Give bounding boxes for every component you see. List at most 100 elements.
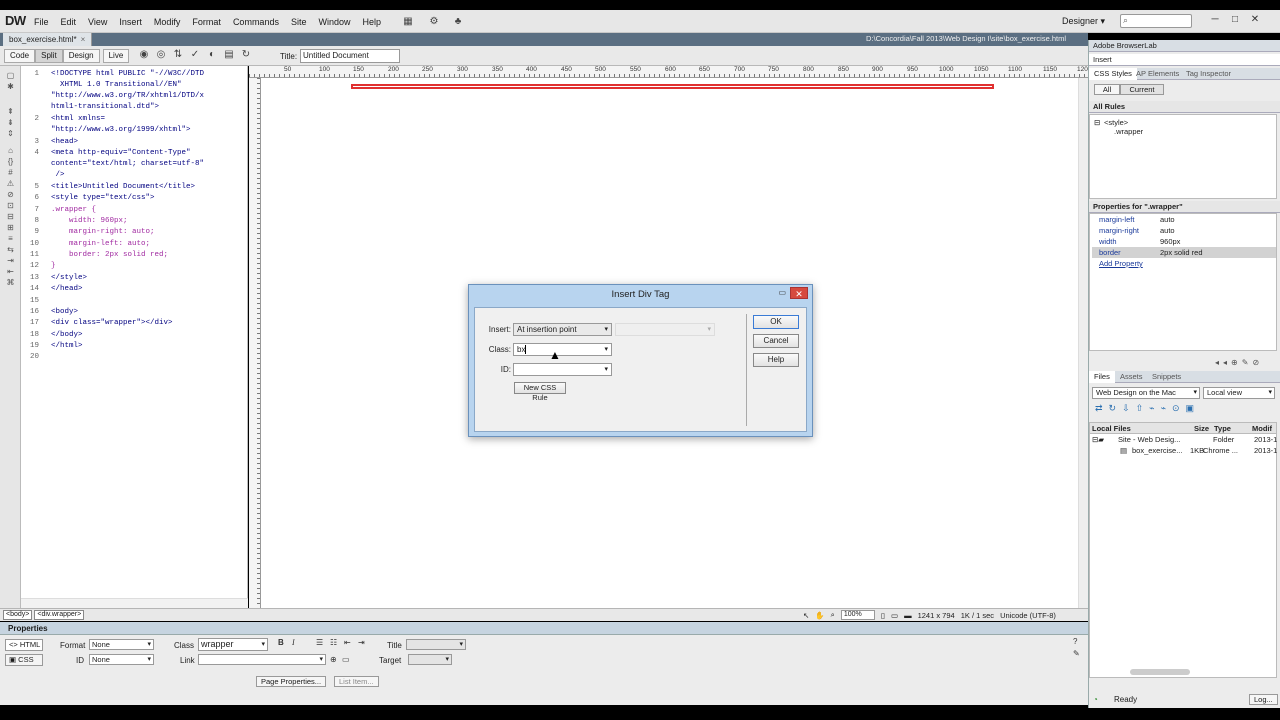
target-select[interactable] <box>408 654 452 665</box>
preview-browser-icon[interactable]: ◎ <box>154 49 168 61</box>
files-toolbar[interactable]: ⇄↻⇩⇧⌁⌁⊙▣ <box>1095 403 1200 414</box>
close-tab-icon[interactable]: × <box>81 35 86 44</box>
indent-icon[interactable]: ⇥ <box>0 255 21 266</box>
tablet-size-icon[interactable]: ▭ <box>891 611 898 620</box>
help-icon[interactable]: ? <box>1073 637 1077 646</box>
rule-style[interactable]: <style> <box>1104 118 1128 127</box>
cancel-button[interactable]: Cancel <box>753 334 799 348</box>
new-css-rule-button[interactable]: New CSS Rule <box>514 382 566 402</box>
minimize-icon[interactable]: ─ <box>1208 13 1222 27</box>
title-input[interactable] <box>406 639 466 650</box>
italic-icon[interactable]: I <box>292 638 295 647</box>
col-modified[interactable]: Modif <box>1252 423 1272 434</box>
w3c-validation-icon[interactable]: ✓ <box>188 49 202 61</box>
browse-folder-icon[interactable]: ▭ <box>342 655 350 664</box>
files-horizontal-scrollbar[interactable] <box>1130 669 1190 675</box>
tab-snippets[interactable]: Snippets <box>1147 371 1186 383</box>
collapse-tag-icon[interactable]: ⇞ <box>0 106 21 117</box>
css-current-button[interactable]: Current <box>1120 84 1164 95</box>
open-documents-icon[interactable]: ▢ <box>0 70 21 81</box>
live-view-button[interactable]: Live <box>102 49 130 63</box>
unordered-list-icon[interactable]: ☰ <box>316 638 323 647</box>
show-code-navigator-icon[interactable]: ✱ <box>0 81 21 92</box>
menu-edit[interactable]: Edit <box>55 17 83 27</box>
insert-select[interactable]: At insertion point ▾ <box>513 323 612 336</box>
menu-commands[interactable]: Commands <box>227 17 285 27</box>
css-property-row[interactable]: margin-left auto <box>1092 214 1276 225</box>
select-tool-icon[interactable]: ↖ <box>803 611 809 620</box>
file-row[interactable]: ⊟▰ Site - Web Desig... Folder 2013-1 <box>1090 435 1277 446</box>
close-icon[interactable]: ✕ <box>1248 13 1262 27</box>
file-management-icon[interactable]: ⇅ <box>171 49 185 61</box>
workspace-switcher[interactable]: Designer ▾ <box>1062 16 1105 27</box>
tab-tag-inspector[interactable]: Tag Inspector <box>1181 68 1236 80</box>
select-parent-tag-icon[interactable]: ⌂ <box>0 145 21 156</box>
window-size[interactable]: 1241 x 794 <box>918 611 955 620</box>
css-mode-button[interactable]: ▣ CSS <box>5 654 43 666</box>
document-tab[interactable]: box_exercise.html* × <box>3 33 93 46</box>
css-panel-actions[interactable]: ◂◂⊕✎⊘ <box>1215 358 1263 367</box>
line-numbers-icon[interactable]: # <box>0 167 21 178</box>
code-view-button[interactable]: Code <box>4 49 36 63</box>
apply-comment-icon[interactable]: ⊡ <box>0 200 21 211</box>
list-item-button[interactable]: List Item... <box>334 676 379 687</box>
page-properties-button[interactable]: Page Properties... <box>256 676 327 687</box>
outdent-icon[interactable]: ⇤ <box>344 638 351 647</box>
document-title-input[interactable]: Untitled Document <box>300 49 400 63</box>
add-property-row[interactable]: Add Property <box>1092 258 1276 269</box>
collapse-selection-icon[interactable]: ⇟ <box>0 117 21 128</box>
col-local-files[interactable]: Local Files <box>1092 423 1131 434</box>
tab-files[interactable]: Files <box>1089 371 1115 383</box>
indent-icon[interactable]: ⇥ <box>358 638 365 647</box>
menu-file[interactable]: File <box>28 17 55 27</box>
tag-body[interactable]: <body> <box>3 610 33 620</box>
menu-site[interactable]: Site <box>285 17 313 27</box>
menu-view[interactable]: View <box>82 17 113 27</box>
css-property-row[interactable]: margin-right auto <box>1092 225 1276 236</box>
zoom-select[interactable]: 100% <box>840 610 875 620</box>
layout-icon[interactable]: ▦ <box>401 16 415 28</box>
tab-ap-elements[interactable]: AP Elements <box>1131 68 1184 80</box>
format-source-icon[interactable]: ⌘ <box>0 277 21 288</box>
menu-modify[interactable]: Modify <box>148 17 187 27</box>
visual-aids-icon[interactable]: ▤ <box>222 49 236 61</box>
menu-insert[interactable]: Insert <box>113 17 148 27</box>
ordered-list-icon[interactable]: ☷ <box>330 638 337 647</box>
col-size[interactable]: Size <box>1194 423 1209 434</box>
hand-tool-icon[interactable]: ✋ <box>815 611 824 620</box>
menu-help[interactable]: Help <box>356 17 387 27</box>
id-combo[interactable]: ▾ <box>513 363 612 376</box>
class-combo[interactable]: bx ▾ <box>513 343 612 356</box>
dialog-minimize-icon[interactable]: ▭ <box>778 288 786 297</box>
outdent-icon[interactable]: ⇤ <box>0 266 21 277</box>
tree-toggle-icon[interactable]: ⊟ <box>1094 118 1100 127</box>
desktop-size-icon[interactable]: ▬ <box>904 611 912 620</box>
expand-all-icon[interactable]: ⇕ <box>0 128 21 139</box>
extend-icon[interactable]: ♣ <box>451 16 465 28</box>
syntax-error-icon[interactable]: ⊘ <box>0 189 21 200</box>
css-all-button[interactable]: All <box>1094 84 1120 95</box>
css-property-row-selected[interactable]: border 2px solid red <box>1092 247 1276 258</box>
wrap-tag-icon[interactable]: ⊞ <box>0 222 21 233</box>
wrapper-div[interactable] <box>351 84 994 89</box>
multiscreen-icon[interactable]: ◉ <box>137 49 151 61</box>
split-view-button[interactable]: Split <box>35 49 63 63</box>
html-mode-button[interactable]: <> HTML <box>5 639 43 651</box>
insert-panel-header[interactable]: Insert <box>1089 54 1280 66</box>
add-property-link[interactable]: Add Property <box>1099 258 1143 269</box>
tag-div-wrapper[interactable]: <div.wrapper> <box>34 610 85 620</box>
check-browser-icon[interactable]: ◐ <box>205 49 219 61</box>
ok-button[interactable]: OK <box>753 315 799 329</box>
recent-snippets-icon[interactable]: ≡ <box>0 233 21 244</box>
menu-window[interactable]: Window <box>312 17 356 27</box>
menu-format[interactable]: Format <box>186 17 227 27</box>
zoom-tool-icon[interactable]: ⌕ <box>831 610 835 620</box>
point-to-file-icon[interactable]: ⊕ <box>330 655 337 664</box>
bold-icon[interactable]: B <box>278 638 284 647</box>
balance-braces-icon[interactable]: {} <box>0 156 21 167</box>
file-row[interactable]: ▤ box_exercise... 1KB Chrome ... 2013-1 <box>1090 446 1277 457</box>
design-view-button[interactable]: Design <box>62 49 100 63</box>
highlight-invalid-icon[interactable]: ⚠ <box>0 178 21 189</box>
format-select[interactable]: None <box>89 639 154 650</box>
gear-icon[interactable]: ⚙ <box>427 16 441 28</box>
